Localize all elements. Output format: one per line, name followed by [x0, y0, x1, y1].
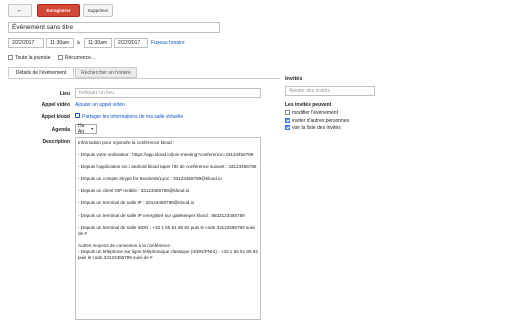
- back-arrow-icon: ←: [16, 7, 24, 14]
- permission-modify-event-label: modifier l'événement: [292, 110, 338, 116]
- delete-button[interactable]: Supprimer: [83, 4, 113, 17]
- description-line: Information pour rejoindre la conférence…: [78, 140, 175, 145]
- description-line: - Depuis un terminal de salle IP : 33123…: [78, 200, 195, 206]
- location-input[interactable]: Indiquez un lieu: [75, 88, 261, 98]
- timezone-link[interactable]: Fuseau horaire: [151, 40, 185, 46]
- permission-modify-event-checkbox[interactable]: [285, 110, 290, 115]
- permission-invite-others-checkbox[interactable]: [285, 118, 290, 123]
- end-date-input[interactable]: 2/22/2017: [114, 38, 148, 48]
- tab-underline: [8, 78, 280, 79]
- description-line: Autres moyens de connexion à la conféren…: [78, 242, 258, 261]
- agenda-select[interactable]: Hu Ari ▼: [75, 123, 97, 135]
- add-guests-placeholder: Ajouter des invités: [289, 88, 330, 94]
- agenda-value: Hu Ari: [78, 123, 85, 135]
- recurrence-checkbox[interactable]: [58, 55, 63, 60]
- add-video-call-link[interactable]: Ajouter un appel vidéo: [75, 102, 125, 108]
- permission-see-guests-checkbox[interactable]: [285, 125, 290, 130]
- description-textarea[interactable]: Information pour rejoindre la conférence…: [75, 137, 261, 320]
- guests-title: Invités: [285, 76, 303, 82]
- description-line: - Depuis un client SIP mobile : 33123456…: [78, 188, 190, 194]
- location-label: Lieu: [59, 91, 70, 97]
- all-day-checkbox[interactable]: [8, 55, 13, 60]
- tab-event-details[interactable]: Détails de l'événement: [8, 67, 74, 78]
- tab-find-time[interactable]: Rechercher un horaire: [75, 67, 137, 78]
- event-title-input[interactable]: Événement sans titre: [8, 22, 220, 33]
- description-line: - Depuis un compte Skype for Business/Ly…: [78, 176, 222, 182]
- description-label: Description: [42, 139, 70, 145]
- recurrence-label: Récurrence...: [65, 55, 96, 61]
- guest-permissions-title: Les invités peuvent: [285, 102, 332, 108]
- save-button[interactable]: Enregistrer: [37, 4, 80, 17]
- time-range-separator: à: [77, 40, 80, 46]
- permission-see-guests-label: voir la liste des invités: [292, 125, 341, 131]
- klood-icon: [75, 113, 80, 118]
- description-line: - Depuis l'application ios / android klo…: [78, 164, 257, 170]
- video-call-label: Appel vidéo: [41, 102, 70, 108]
- location-placeholder: Indiquez un lieu: [79, 90, 115, 96]
- start-time-input[interactable]: 11:30am: [46, 38, 74, 48]
- description-line: - Depuis un terminal de salle IP enregis…: [78, 212, 245, 218]
- description-line: - Depuis votre ordinateur : https://app.…: [78, 152, 254, 158]
- agenda-label: Agenda: [51, 127, 70, 133]
- end-time-input[interactable]: 11:30am: [84, 38, 112, 48]
- klood-call-label: Appel klood: [41, 114, 70, 120]
- all-day-label: Toute la journée: [15, 55, 51, 61]
- permission-invite-others-label: inviter d'autres personnes: [292, 118, 350, 124]
- add-guests-input[interactable]: Ajouter des invités: [285, 86, 375, 96]
- share-virtual-room-link[interactable]: Partager les informations de ma salle vi…: [82, 114, 183, 120]
- start-date-input[interactable]: 2/22/2017: [8, 38, 44, 48]
- description-line: - Depuis un terminal de salle ISDN : +33…: [78, 224, 257, 236]
- back-button[interactable]: ←: [8, 4, 32, 17]
- chevron-down-icon: ▼: [90, 127, 94, 131]
